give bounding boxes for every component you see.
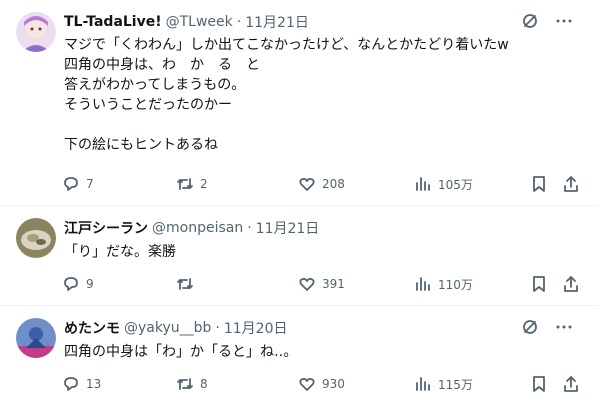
grok-icon[interactable] — [520, 317, 540, 337]
views-icon — [416, 177, 430, 191]
grok-icon[interactable] — [520, 11, 540, 31]
retweet-button[interactable]: 8 — [176, 374, 208, 394]
view-count: 105万 — [438, 177, 473, 192]
separator-dot: · — [236, 14, 242, 30]
avatar[interactable] — [16, 318, 56, 358]
reply-icon — [64, 277, 78, 291]
tweet-header: TL-TadaLive! @TLweek · 11月21日 — [64, 11, 586, 33]
like-count: 930 — [322, 377, 345, 391]
like-button[interactable]: 391 — [298, 274, 345, 294]
reply-button[interactable]: 7 — [62, 174, 94, 194]
views-icon — [416, 377, 430, 391]
user-handle[interactable]: @TLweek — [166, 14, 233, 30]
retweet-icon — [177, 178, 193, 190]
like-button[interactable]: 208 — [298, 174, 345, 194]
tweet[interactable]: めたンモ @yakyu__bb · 11月20日 四角の中身は「わ」か「ると」ね… — [0, 306, 598, 409]
retweet-icon — [177, 378, 193, 390]
display-name[interactable]: 江戸シーラン — [64, 218, 148, 238]
tweet-date[interactable]: 11月21日 — [245, 12, 309, 32]
reply-button[interactable]: 9 — [62, 274, 94, 294]
bookmark-button[interactable] — [530, 274, 548, 294]
bookmark-button[interactable] — [530, 374, 548, 394]
retweet-count: 8 — [200, 377, 208, 391]
tweet-actions: 13 8 930 115万 — [62, 374, 584, 394]
like-button[interactable]: 930 — [298, 374, 345, 394]
views-button[interactable]: 115万 — [414, 374, 473, 394]
views-button[interactable]: 105万 — [414, 174, 473, 194]
tweet-header: めたンモ @yakyu__bb · 11月20日 — [64, 317, 586, 339]
tweet-date[interactable]: 11月21日 — [256, 218, 320, 238]
tweet[interactable]: 江戸シーラン @monpeisan · 11月21日 「り」だな。楽勝 9 39… — [0, 206, 598, 306]
tweet-date[interactable]: 11月20日 — [224, 318, 288, 338]
views-icon — [416, 277, 430, 291]
user-handle[interactable]: @yakyu__bb — [124, 320, 211, 336]
like-count: 391 — [322, 277, 345, 291]
tweet-header: 江戸シーラン @monpeisan · 11月21日 — [64, 217, 586, 239]
retweet-count: 2 — [200, 177, 208, 191]
avatar[interactable] — [16, 218, 56, 258]
reply-count: 13 — [86, 377, 102, 391]
share-icon — [564, 276, 578, 292]
tweet[interactable]: TL-TadaLive! @TLweek · 11月21日 マジで「くわわん」し… — [0, 0, 598, 206]
share-icon — [564, 176, 578, 192]
retweet-button[interactable] — [176, 274, 200, 294]
like-count: 208 — [322, 177, 345, 191]
like-icon — [299, 278, 315, 291]
tweet-text: 「り」だな。楽勝 — [64, 244, 176, 260]
bookmark-icon — [533, 276, 545, 292]
tweet-text: 四角の中身は「わ」か「ると」ね‥。 — [64, 344, 298, 360]
more-icon[interactable] — [554, 317, 574, 337]
display-name[interactable]: めたンモ — [64, 318, 120, 338]
bookmark-icon — [533, 176, 545, 192]
tweet-actions: 7 2 208 105万 — [62, 174, 584, 194]
like-icon — [299, 378, 315, 391]
separator-dot: · — [215, 320, 220, 336]
display-name[interactable]: TL-TadaLive! — [64, 14, 162, 30]
bookmark-icon — [533, 376, 545, 392]
user-handle[interactable]: @monpeisan — [152, 220, 243, 236]
avatar[interactable] — [16, 12, 56, 52]
reply-button[interactable]: 13 — [62, 374, 101, 394]
like-icon — [299, 178, 315, 191]
reply-icon — [64, 177, 78, 191]
reply-icon — [64, 377, 78, 391]
retweet-button[interactable]: 2 — [176, 174, 208, 194]
separator-dot: · — [247, 220, 252, 236]
share-icon — [564, 376, 578, 392]
view-count: 110万 — [438, 277, 473, 292]
reply-count: 7 — [86, 177, 94, 191]
views-button[interactable]: 110万 — [414, 274, 473, 294]
tweet-text: マジで「くわわん」しか出てこなかったけど、なんとかたどり着いたw 四角の中身は、… — [64, 37, 509, 153]
more-icon[interactable] — [554, 11, 574, 31]
share-button[interactable] — [562, 274, 580, 294]
share-button[interactable] — [562, 174, 580, 194]
view-count: 115万 — [438, 377, 473, 392]
share-button[interactable] — [562, 374, 580, 394]
reply-count: 9 — [86, 277, 94, 291]
retweet-icon — [177, 278, 193, 290]
bookmark-button[interactable] — [530, 174, 548, 194]
tweet-actions: 9 391 110万 — [62, 274, 584, 294]
